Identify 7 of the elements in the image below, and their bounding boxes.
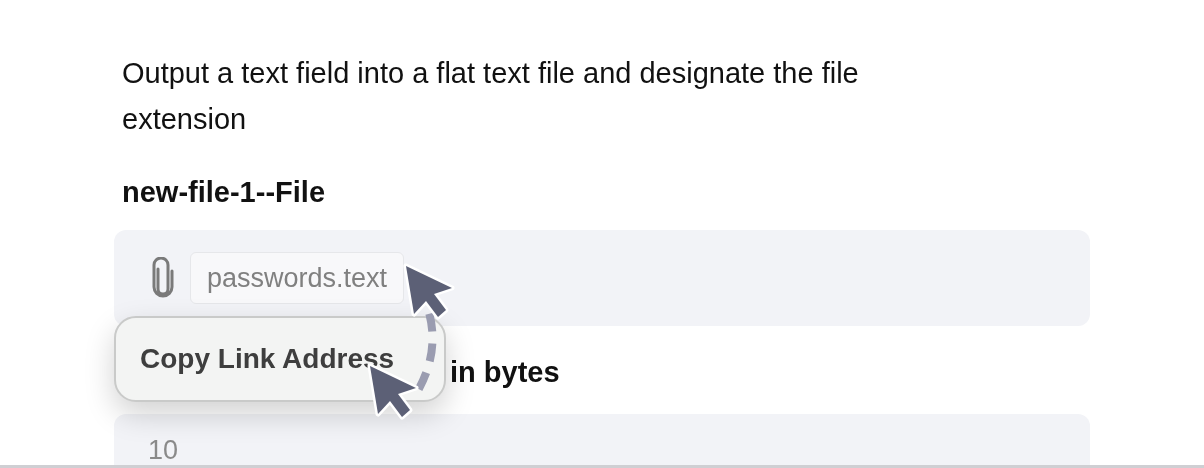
attachment-chip[interactable]: passwords.text [190,252,405,304]
size-field[interactable]: 10 [114,414,1090,468]
description-text: Output a text field into a flat text file and designate the file extension [121,56,860,137]
field-label: in bytes [450,355,560,390]
field-label: new-file-1--File [121,175,326,210]
menu-item[interactable]: Copy Link Address [140,338,395,380]
file-field[interactable]: passwords.text [114,230,1090,326]
